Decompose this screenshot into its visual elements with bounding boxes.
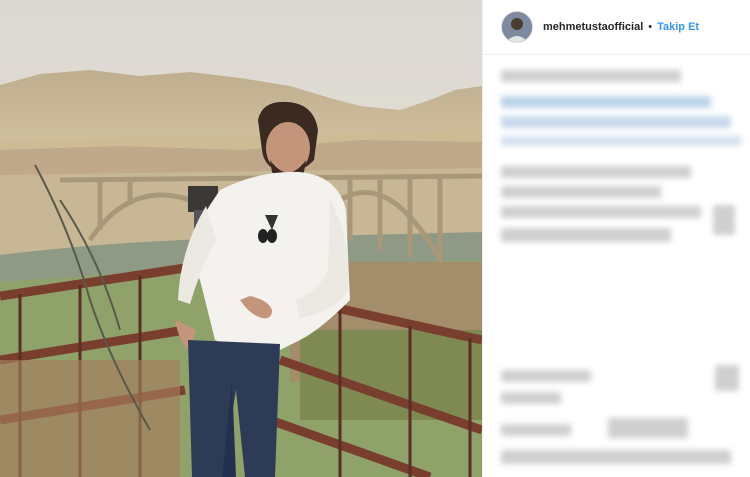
post-sidebar: mehmetustaofficial • Takip Et: [482, 0, 750, 477]
blurred-line: [501, 116, 731, 128]
profile-avatar-icon[interactable]: [501, 11, 533, 43]
username-link[interactable]: mehmetustaofficial: [543, 21, 643, 33]
blurred-line: [501, 136, 741, 146]
blurred-line: [501, 392, 561, 404]
blurred-line: [608, 418, 688, 438]
post-header: mehmetustaofficial • Takip Et: [483, 0, 750, 55]
post-viewer: mehmetustaofficial • Takip Et: [0, 0, 750, 477]
blurred-line: [501, 370, 591, 382]
avatar-image: [502, 12, 532, 42]
post-photo[interactable]: [0, 0, 482, 477]
photo-scene: [0, 0, 482, 477]
blurred-line: [501, 424, 571, 436]
blurred-line: [501, 70, 681, 82]
blurred-line: [501, 206, 701, 218]
blurred-line: [501, 166, 691, 178]
header-separator: •: [648, 21, 653, 33]
blurred-line: [715, 365, 739, 391]
blurred-line: [501, 450, 731, 464]
follow-button[interactable]: Takip Et: [657, 21, 699, 33]
blurred-line: [501, 186, 661, 198]
blurred-line: [713, 205, 735, 235]
blurred-line: [501, 96, 711, 108]
blurred-line: [501, 228, 671, 242]
